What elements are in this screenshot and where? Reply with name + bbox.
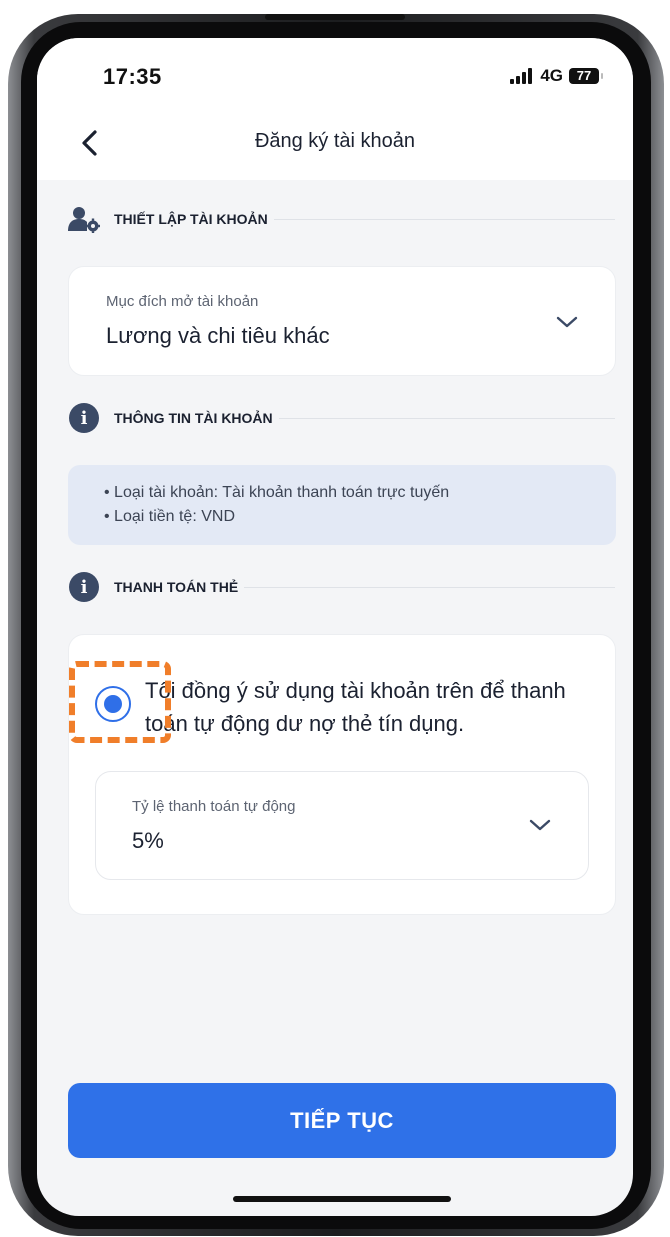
- continue-button[interactable]: TIẾP TỤC: [68, 1083, 616, 1158]
- top-bar: 17:35 4G 77 Đăng ký tài khoản: [37, 38, 633, 180]
- payment-rate-select[interactable]: Tỷ lệ thanh toán tự động 5%: [95, 771, 589, 880]
- chevron-down-icon: [556, 316, 578, 328]
- purpose-value: Lương và chi tiêu khác: [106, 323, 330, 348]
- signal-icon: [510, 68, 533, 84]
- network-type: 4G: [540, 66, 563, 85]
- purpose-select[interactable]: Mục đích mở tài khoản Lương và chi tiêu …: [68, 266, 616, 376]
- status-indicators: 4G 77: [510, 66, 603, 86]
- highlight-box: [69, 661, 171, 743]
- section-account-info: i THÔNG TIN TÀI KHOẢN: [68, 403, 615, 433]
- status-time: 17:35: [103, 64, 162, 89]
- phone-top-speaker: [265, 14, 405, 20]
- chevron-down-icon: [529, 819, 551, 831]
- account-type-line: • Loại tài khoản: Tài khoản thanh toán t…: [104, 484, 450, 501]
- currency-line: • Loại tiền tệ: VND: [104, 508, 235, 525]
- info-icon: i: [68, 572, 100, 602]
- rate-value: 5%: [132, 828, 164, 853]
- app-screen: 17:35 4G 77 Đăng ký tài khoản THIẾT LẬP …: [37, 38, 633, 1216]
- section-divider: [244, 586, 615, 588]
- consent-text[interactable]: Tôi đồng ý sử dụng tài khoản trên để tha…: [145, 674, 585, 740]
- home-indicator: [233, 1196, 451, 1202]
- section-divider: [273, 218, 615, 220]
- user-gear-icon: [68, 204, 100, 234]
- info-icon: i: [68, 403, 100, 433]
- section-title: THÔNG TIN TÀI KHOẢN: [114, 410, 273, 426]
- section-title: THIẾT LẬP TÀI KHOẢN: [114, 211, 268, 227]
- section-divider: [278, 417, 615, 419]
- rate-label: Tỷ lệ thanh toán tự động: [132, 798, 296, 815]
- account-info-box: • Loại tài khoản: Tài khoản thanh toán t…: [68, 465, 616, 545]
- page-title: Đăng ký tài khoản: [254, 130, 416, 152]
- section-title: THANH TOÁN THẺ: [114, 579, 239, 595]
- purpose-label: Mục đích mở tài khoản: [106, 293, 259, 310]
- battery-icon: 77: [569, 68, 603, 84]
- section-account-setup: THIẾT LẬP TÀI KHOẢN: [68, 204, 615, 234]
- section-card-payment: i THANH TOÁN THẺ: [68, 572, 615, 602]
